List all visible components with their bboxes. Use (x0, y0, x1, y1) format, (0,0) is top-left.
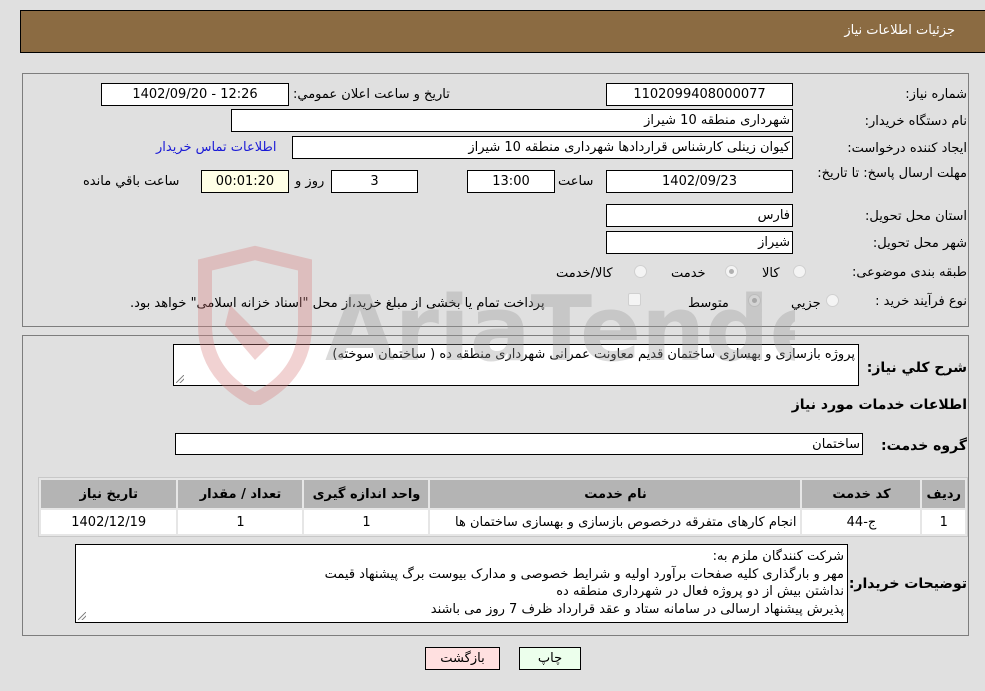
page-title: جزئیات اطلاعات نیاز (844, 23, 955, 38)
deadline-time-label: ساعت (558, 174, 594, 189)
resize-grip-icon[interactable] (78, 612, 86, 620)
announce-datetime-field: 1402/09/20 - 12:26 (101, 83, 289, 106)
col-row-number: ردیف (922, 480, 965, 508)
category-goods-service-label: کالا/خدمت (556, 266, 613, 281)
cell-unit: 1 (304, 510, 429, 534)
time-remaining-field: 00:01:20 (201, 170, 289, 193)
cell-need-date: 1402/12/19 (41, 510, 177, 534)
general-desc-text: پروژه بازسازی و بهسازی ساختمان قدیم معاو… (332, 347, 855, 362)
purchase-type-minor-radio[interactable] (826, 294, 839, 307)
col-service-name: نام خدمت (430, 480, 801, 508)
treasury-note: پرداخت تمام یا بخشی از مبلغ خرید،از محل … (130, 296, 545, 311)
days-remaining-field: 3 (331, 170, 418, 193)
general-desc-textarea[interactable]: پروژه بازسازی و بهسازی ساختمان قدیم معاو… (173, 344, 859, 386)
category-goods-radio[interactable] (793, 265, 806, 278)
purchase-type-medium-radio[interactable] (748, 294, 761, 307)
service-group-label: گروه خدمت: (881, 438, 967, 454)
days-label: روز و (295, 174, 325, 189)
time-remaining-label: ساعت باقي مانده (83, 174, 180, 189)
city-label: شهر محل تحویل: (872, 236, 967, 251)
cell-row-number: 1 (922, 510, 965, 534)
buyer-notes-line: شرکت کنندگان ملزم به: (712, 549, 844, 564)
table-header-row: ردیف کد خدمت نام خدمت واحد اندازه گیری ت… (41, 480, 965, 508)
col-service-code: کد خدمت (802, 480, 921, 508)
purchase-type-medium-label: متوسط (688, 296, 729, 311)
announce-datetime-label: تاریخ و ساعت اعلان عمومي: (293, 87, 450, 102)
resize-grip-icon[interactable] (176, 375, 184, 383)
category-label: طبقه بندی موضوعی: (851, 265, 967, 280)
need-number-field: 1102099408000077 (606, 83, 793, 106)
buyer-notes-line: پذیرش پیشنهاد ارسالی در سامانه ستاد و عق… (430, 601, 844, 617)
cell-quantity: 1 (178, 510, 303, 534)
requester-label: ایجاد کننده درخواست: (847, 141, 967, 156)
deadline-time-field: 13:00 (467, 170, 555, 193)
purchase-type-minor-label: جزيي (791, 296, 821, 311)
print-button[interactable]: چاپ (519, 647, 581, 670)
service-group-field: ساختمان (175, 433, 863, 455)
category-goods-label: کالا (762, 266, 780, 281)
requester-field: کیوان زینلی کارشناس قراردادها شهرداری من… (292, 136, 793, 159)
buyer-notes-label: توضیحات خریدار: (848, 576, 967, 592)
buyer-org-label: نام دستگاه خريدار: (864, 114, 967, 129)
buyer-org-field: شهرداری منطقه 10 شیراز (231, 109, 793, 132)
deadline-date-field: 1402/09/23 (606, 170, 793, 193)
buyer-notes-line: نداشتن بیش از دو پروژه فعال در شهرداری م… (556, 584, 844, 599)
table-row: 1 ج-44 انجام کارهای متفرقه درخصوص بازساز… (41, 510, 965, 534)
col-unit: واحد اندازه گیری (304, 480, 429, 508)
buyer-contact-link[interactable]: اطلاعات تماس خريدار (156, 140, 276, 155)
col-quantity: تعداد / مقدار (178, 480, 303, 508)
purchase-type-label: نوع فرآیند خرید : (875, 294, 967, 309)
services-section-title: اطلاعات خدمات مورد نیاز (791, 397, 967, 413)
col-need-date: تاریخ نیاز (41, 480, 177, 508)
province-field: فارس (606, 204, 793, 227)
category-goods-service-radio[interactable] (634, 265, 647, 278)
province-label: استان محل تحویل: (865, 209, 967, 224)
cell-service-code: ج-44 (802, 510, 921, 534)
need-number-label: شماره نیاز: (905, 87, 967, 102)
general-desc-label: شرح كلي نياز: (866, 360, 967, 376)
buyer-notes-line: مهر و بارگذاری کلیه صفحات برآورد اولیه و… (324, 566, 844, 582)
city-field: شیراز (606, 231, 793, 254)
cell-service-name: انجام کارهای متفرقه درخصوص بازسازی و بهس… (430, 510, 801, 534)
category-service-radio[interactable] (725, 265, 738, 278)
treasury-checkbox[interactable] (628, 293, 641, 306)
category-service-label: خدمت (671, 266, 706, 281)
buyer-notes-textarea[interactable]: شرکت کنندگان ملزم به: مهر و بارگذاری کلی… (75, 544, 848, 623)
services-table: ردیف کد خدمت نام خدمت واحد اندازه گیری ت… (38, 477, 968, 537)
deadline-label: مهلت ارسال پاسخ: تا تاریخ: (817, 166, 967, 181)
page-header: جزئیات اطلاعات نیاز (20, 10, 985, 53)
back-button[interactable]: بازگشت (425, 647, 500, 670)
